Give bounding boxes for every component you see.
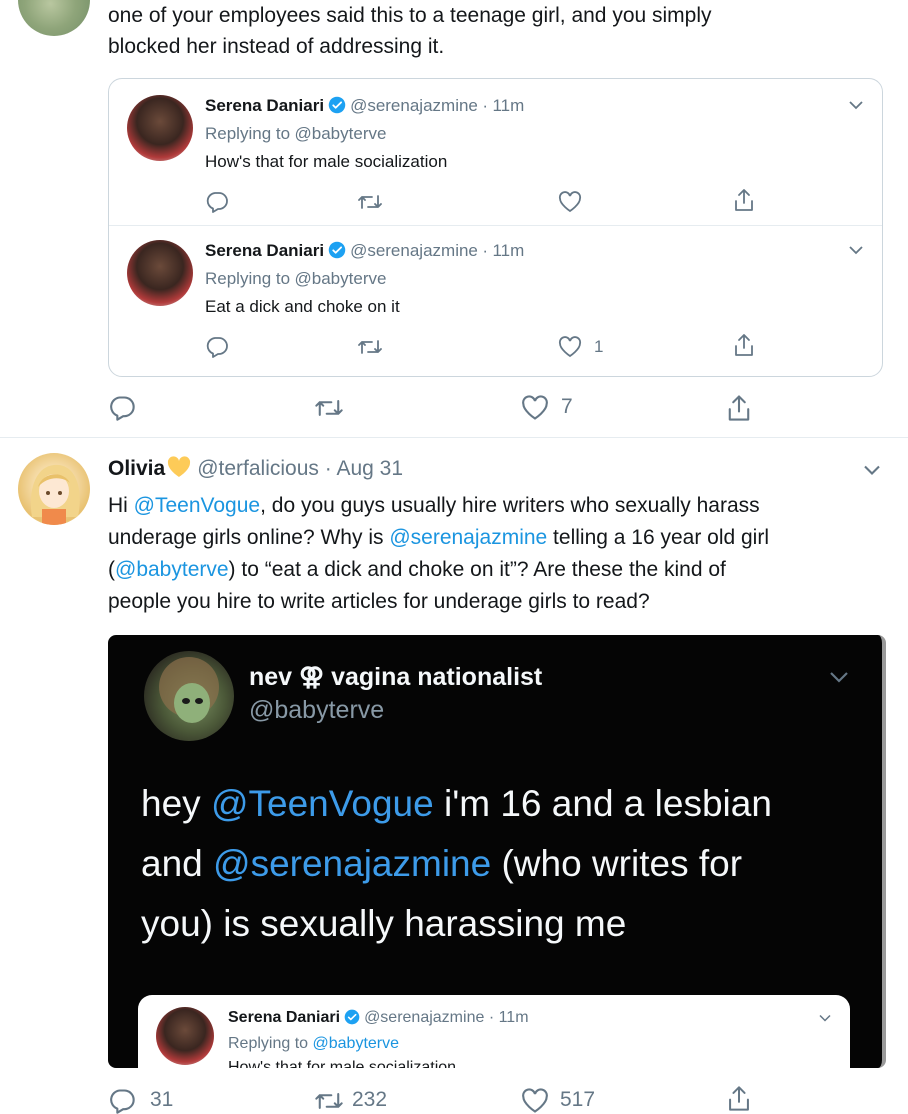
quoted-tweet[interactable]: Serena Daniari @serenajazmine · 11m Reply… [109,226,882,376]
chevron-down-icon[interactable] [862,463,882,477]
mention-link[interactable]: @babyterve [115,558,229,581]
tweet-text-line: one of your employees said this to a tee… [108,4,712,27]
text: ( [108,558,115,581]
mention-link: @serenajazmine [213,843,492,884]
separator: · [482,241,489,260]
text: hey [141,783,211,824]
display-name: nev ⚢ vagina nationalist [249,663,543,691]
text: Hi [108,494,134,517]
reply-icon[interactable] [108,395,136,421]
reply-icon[interactable] [108,1088,136,1114]
avatar [156,1007,214,1065]
screenshot-text-line: you) is sexually harassing me [141,903,627,944]
display-name[interactable]: Serena Daniari [205,96,324,115]
avatar[interactable] [18,453,90,525]
attached-image[interactable]: nev ⚢ vagina nationalist @babyterve hey … [108,635,886,1068]
tweet-body: How's that for male socialization [228,1059,457,1068]
timestamp[interactable]: Aug 31 [336,457,403,480]
like-count: 1 [594,337,604,356]
retweet-count: 232 [352,1088,388,1111]
retweet-icon[interactable] [357,338,383,356]
share-icon[interactable] [726,393,752,423]
like-icon[interactable] [558,191,582,213]
tweet-text-line: (@babyterve) to “eat a dick and choke on… [108,554,726,585]
handle[interactable]: @terfalicious [197,457,319,480]
reply-icon[interactable] [205,336,229,358]
text: (who writes for [491,843,743,884]
verified-badge-icon [328,96,346,114]
mention-link[interactable]: @babyterve [295,124,387,143]
replying-to-label: Replying to [205,124,291,143]
screenshot-text-line: hey @TeenVogue i'm 16 and a lesbian [141,783,772,825]
handle[interactable]: @serenajazmine [350,241,478,260]
avatar[interactable] [127,240,193,306]
verified-badge-icon [344,1009,360,1025]
avatar[interactable] [18,0,90,36]
display-name[interactable]: Olivia [108,457,165,480]
quoted-tweet[interactable]: Serena Daniari @serenajazmine · 11m Reply… [109,79,882,225]
reply-icon[interactable] [205,191,229,213]
retweet-icon[interactable] [357,193,383,211]
mention-link[interactable]: @babyterve [295,269,387,288]
tweet-body: Eat a dick and choke on it [205,297,400,316]
like-icon[interactable] [558,336,582,358]
share-icon[interactable] [733,332,755,358]
display-name: Serena Daniari [228,1009,341,1026]
avatar[interactable] [127,95,193,161]
mention-link[interactable]: @serenajazmine [389,526,547,549]
replying-to-label: Replying to [205,269,291,288]
separator: · [488,1009,495,1026]
character-avatar-icon [159,657,219,723]
display-name[interactable]: Serena Daniari [205,241,324,260]
separator: · [482,96,489,115]
timestamp: 11m [498,1009,529,1026]
like-count: 7 [561,395,573,418]
replying-to-label: Replying to [228,1035,309,1052]
yellow-heart-icon [168,456,191,477]
chevron-down-icon [819,1014,831,1022]
chevron-down-icon[interactable] [848,244,864,256]
verified-badge-icon [328,241,346,259]
handle[interactable]: @serenajazmine [350,96,478,115]
share-icon[interactable] [733,187,755,213]
avatar [144,651,234,741]
text: ) to “eat a dick and choke on it”? Are t… [228,558,726,581]
screenshot-text-line: and @serenajazmine (who writes for [141,843,742,885]
like-icon[interactable] [521,1088,549,1114]
mention-link: @TeenVogue [210,783,434,824]
quoted-tweet-card[interactable]: Serena Daniari @serenajazmine · 11m Reply… [108,78,883,377]
text: i'm 16 and a lesbian [433,783,772,824]
like-icon[interactable] [521,395,549,421]
text: and [141,843,214,884]
text: telling a 16 year old girl [547,526,770,549]
share-icon[interactable] [726,1084,752,1113]
tweet-text-line: Hi @TeenVogue, do you guys usually hire … [108,490,760,521]
text: underage girls online? Why is [108,526,390,549]
handle: @serenajazmine [364,1009,485,1026]
tweet-text-line: underage girls online? Why is @serenajaz… [108,522,769,553]
inner-quoted-tweet: Serena Daniari @serenajazmine · 11m Reply… [138,995,850,1068]
tweet-divider [0,437,908,438]
mention-link: @babyterve [312,1035,400,1052]
handle: @babyterve [249,696,385,724]
anime-girl-avatar-icon [30,464,80,525]
chevron-down-icon[interactable] [848,99,864,111]
retweet-icon[interactable] [314,397,344,419]
separator: · [324,457,332,480]
reply-count: 31 [150,1088,174,1111]
chevron-down-icon [830,672,848,683]
like-count: 517 [560,1088,596,1111]
timestamp[interactable]: 11m [492,96,524,115]
retweet-icon[interactable] [314,1090,344,1112]
mention-link[interactable]: @TeenVogue [134,494,260,517]
tweet-body: How's that for male socialization [205,152,448,171]
tweet-text-line: people you hire to write articles for un… [108,590,650,613]
tweet-text-line: blocked her instead of addressing it. [108,35,445,58]
timestamp[interactable]: 11m [492,241,524,260]
text: , do you guys usually hire writers who s… [260,494,760,517]
